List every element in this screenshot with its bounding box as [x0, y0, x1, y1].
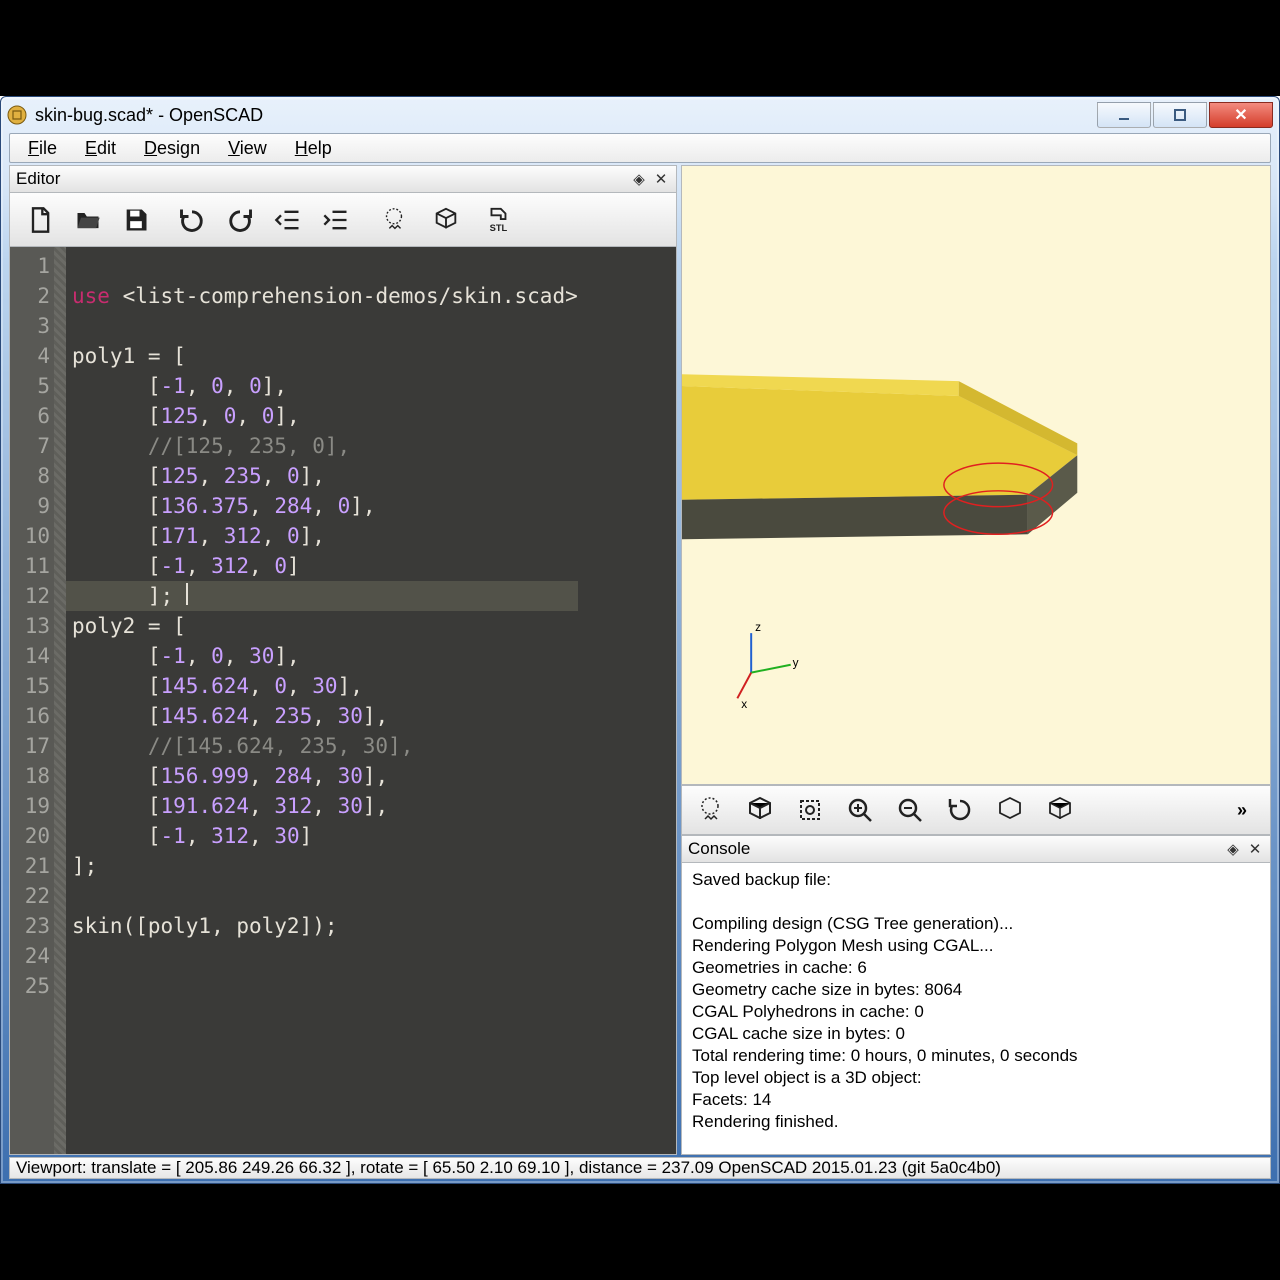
svg-text:STL: STL — [490, 223, 508, 233]
editor-panel: Editor ◈ ✕ STL 12345678910111213 — [9, 165, 677, 1155]
menu-help[interactable]: Help — [281, 136, 346, 161]
console-header: Console ◈ ✕ — [681, 835, 1271, 863]
close-console-icon[interactable]: ✕ — [1246, 840, 1264, 858]
console-output[interactable]: Saved backup file: Compiling design (CSG… — [681, 863, 1271, 1155]
3d-viewport[interactable]: z y x — [681, 165, 1271, 785]
unindent-button[interactable] — [266, 199, 310, 241]
new-file-button[interactable] — [18, 199, 62, 241]
line-gutter: 1234567891011121314151617181920212223242… — [10, 247, 54, 1154]
preview-view-button[interactable] — [690, 790, 730, 830]
export-stl-button[interactable]: STL — [474, 199, 522, 241]
app-window: skin-bug.scad* - OpenSCAD ✕ File Edit De… — [0, 96, 1280, 1184]
viewport-toolbar: » — [681, 785, 1271, 835]
code-editor[interactable]: 1234567891011121314151617181920212223242… — [9, 247, 677, 1155]
preview-button[interactable] — [370, 199, 418, 241]
minimize-button[interactable] — [1097, 102, 1151, 128]
svg-text:z: z — [755, 620, 761, 634]
menu-file[interactable]: File — [14, 136, 71, 161]
undock-icon[interactable]: ◈ — [630, 170, 648, 188]
window-title: skin-bug.scad* - OpenSCAD — [35, 105, 263, 126]
editor-header: Editor ◈ ✕ — [9, 165, 677, 193]
zoom-in-button[interactable] — [840, 790, 880, 830]
svg-text:y: y — [793, 656, 799, 670]
render-view-button[interactable] — [740, 790, 780, 830]
menu-view[interactable]: View — [214, 136, 281, 161]
editor-toolbar: STL — [9, 193, 677, 247]
axes-button[interactable] — [990, 790, 1030, 830]
toolbar-overflow-button[interactable]: » — [1222, 790, 1262, 830]
save-file-button[interactable] — [114, 199, 158, 241]
menu-edit[interactable]: Edit — [71, 136, 130, 161]
statusbar: Viewport: translate = [ 205.86 249.26 66… — [9, 1157, 1271, 1179]
open-file-button[interactable] — [66, 199, 110, 241]
maximize-button[interactable] — [1153, 102, 1207, 128]
perspective-button[interactable] — [1040, 790, 1080, 830]
menubar: File Edit Design View Help — [9, 133, 1271, 163]
undo-button[interactable] — [170, 199, 214, 241]
svg-text:x: x — [741, 697, 747, 711]
zoom-out-button[interactable] — [890, 790, 930, 830]
menu-design[interactable]: Design — [130, 136, 214, 161]
undock-console-icon[interactable]: ◈ — [1224, 840, 1242, 858]
indent-button[interactable] — [314, 199, 358, 241]
render-button[interactable] — [422, 199, 470, 241]
console-title: Console — [688, 839, 750, 859]
app-icon — [7, 105, 27, 125]
close-panel-icon[interactable]: ✕ — [652, 170, 670, 188]
close-button[interactable]: ✕ — [1209, 102, 1273, 128]
view-all-button[interactable] — [790, 790, 830, 830]
redo-button[interactable] — [218, 199, 262, 241]
console-panel: Console ◈ ✕ Saved backup file: Compiling… — [681, 835, 1271, 1155]
status-text: Viewport: translate = [ 205.86 249.26 66… — [16, 1158, 1001, 1178]
titlebar[interactable]: skin-bug.scad* - OpenSCAD ✕ — [1, 97, 1279, 133]
reset-view-button[interactable] — [940, 790, 980, 830]
editor-title: Editor — [16, 169, 60, 189]
